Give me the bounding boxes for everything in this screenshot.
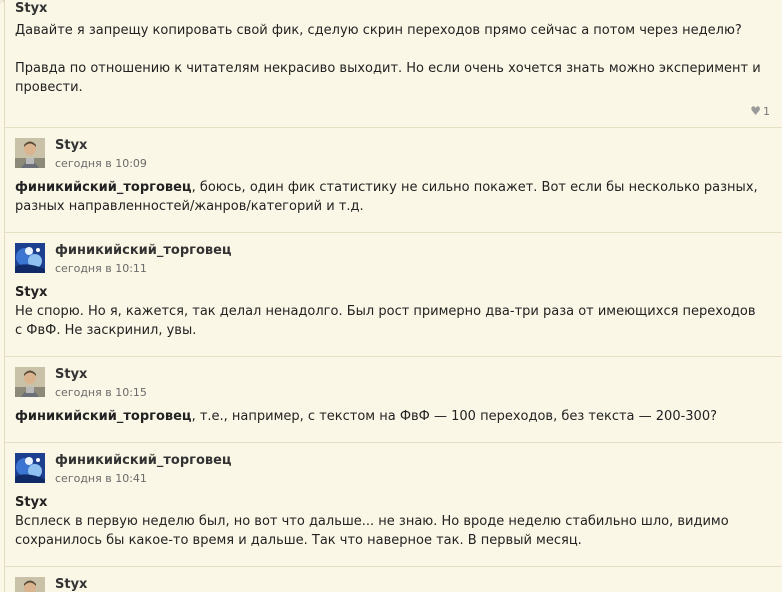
reply-mention[interactable]: финикийский_торговец [15, 180, 192, 195]
comment-text: финикийский_торговец, т.е., например, с … [15, 407, 765, 426]
comment-timestamp[interactable]: сегодня в 10:09 [55, 157, 147, 170]
comment-item: Styx [5, 567, 782, 592]
like-button[interactable]: ♥ 1 [750, 104, 770, 118]
comment-text: Давайте я запрещу копировать свой фик, с… [15, 21, 765, 97]
comment-text: Styx Не спорю. Но я, кажется, так делал … [15, 283, 765, 340]
comment-body: , т.е., например, с текстом на ФвФ — 100… [191, 409, 717, 424]
avatar[interactable] [15, 367, 45, 397]
comment-timestamp[interactable]: сегодня в 10:15 [55, 386, 147, 399]
comment-author[interactable]: Styx [55, 577, 87, 592]
avatar[interactable] [15, 577, 45, 592]
comment-author[interactable]: Styx [55, 367, 87, 382]
reply-mention[interactable]: Styx [15, 283, 765, 302]
avatar[interactable] [15, 243, 45, 273]
comment-paragraph: Правда по отношению к читателям некрасив… [15, 61, 761, 95]
reply-mention[interactable]: Styx [15, 493, 765, 512]
comment-text: финикийский_торговец, боюсь, один фик ст… [15, 178, 765, 216]
avatar-person-icon [15, 577, 45, 592]
comment-body: Всплеск в первую неделю был, но вот что … [15, 514, 729, 548]
comment-body: Не спорю. Но я, кажется, так делал ненад… [15, 304, 756, 338]
avatar-abstract-icon [15, 453, 45, 483]
comment-item: финикийский_торговец сегодня в 10:11 Sty… [5, 233, 782, 357]
comment-author[interactable]: Styx [15, 2, 47, 16]
reply-mention[interactable]: финикийский_торговец [15, 409, 192, 424]
avatar[interactable] [15, 138, 45, 168]
comment-author[interactable]: финикийский_торговец [55, 243, 232, 258]
avatar[interactable] [15, 453, 45, 483]
comment-author[interactable]: финикийский_торговец [55, 453, 232, 468]
avatar-abstract-icon [15, 243, 45, 273]
comment-paragraph: Давайте я запрещу копировать свой фик, с… [15, 23, 742, 38]
comment-timestamp[interactable]: сегодня в 10:41 [55, 472, 147, 485]
avatar-person-icon [15, 367, 45, 397]
like-count: 1 [763, 105, 770, 118]
comment-text: Styx Всплеск в первую неделю был, но вот… [15, 493, 765, 550]
comment-author[interactable]: Styx [55, 138, 87, 153]
comment-item: Styx сегодня в 10:15 финикийский_торгове… [5, 357, 782, 443]
comment-timestamp[interactable]: сегодня в 10:11 [55, 262, 147, 275]
comment-item: Styx Давайте я запрещу копировать свой ф… [5, 0, 782, 128]
heart-icon: ♥ [750, 104, 761, 118]
comment-thread: Styx Давайте я запрещу копировать свой ф… [4, 0, 782, 592]
comment-item: Styx сегодня в 10:09 финикийский_торгове… [5, 128, 782, 233]
avatar-person-icon [15, 138, 45, 168]
comment-item: финикийский_торговец сегодня в 10:41 Sty… [5, 443, 782, 567]
